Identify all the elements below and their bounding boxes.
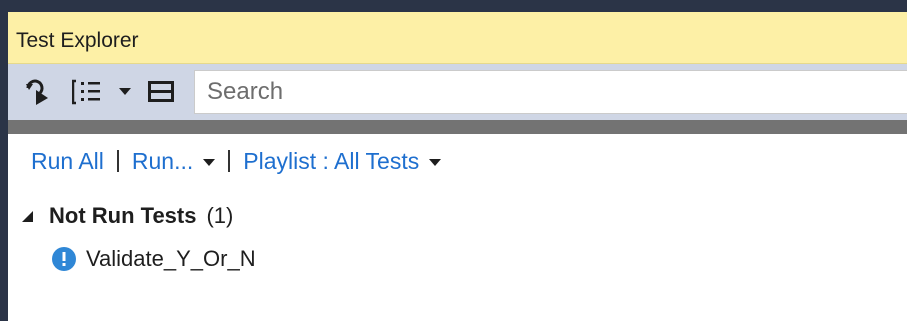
test-item[interactable]: Validate_Y_Or_N — [52, 244, 256, 274]
test-group-header[interactable]: Not Run Tests (1) — [22, 202, 233, 230]
search-input[interactable] — [195, 71, 907, 113]
test-explorer-window: Test Explorer Search Run All Run... Play… — [0, 0, 907, 321]
title-bar: Test Explorer — [8, 12, 907, 64]
splitter[interactable] — [8, 120, 907, 134]
playlist-label: Playlist : All Tests — [243, 147, 420, 174]
group-count: (1) — [206, 203, 234, 228]
expand-collapse-icon[interactable] — [22, 210, 33, 222]
window-title: Test Explorer — [16, 29, 139, 52]
run-all-link[interactable]: Run All — [31, 148, 104, 175]
toolbar — [8, 64, 907, 120]
playlist-dropdown[interactable]: Playlist : All Tests — [243, 147, 442, 175]
run-dropdown[interactable]: Run... — [131, 147, 216, 175]
group-name: Not Run Tests — [49, 203, 197, 228]
test-name: Validate_Y_Or_N — [86, 246, 256, 271]
chevron-down-icon[interactable] — [118, 78, 132, 106]
separator — [116, 150, 119, 172]
action-bar: Run All Run... Playlist : All Tests — [31, 146, 442, 176]
chevron-down-icon — [203, 158, 216, 166]
search-box[interactable] — [194, 70, 907, 114]
group-by-icon[interactable] — [72, 78, 104, 106]
columns-icon[interactable] — [146, 78, 176, 106]
not-run-icon — [52, 247, 76, 271]
chevron-down-icon — [429, 158, 442, 166]
run-label: Run... — [131, 147, 194, 174]
separator — [228, 150, 231, 172]
run-icon[interactable] — [24, 78, 54, 106]
